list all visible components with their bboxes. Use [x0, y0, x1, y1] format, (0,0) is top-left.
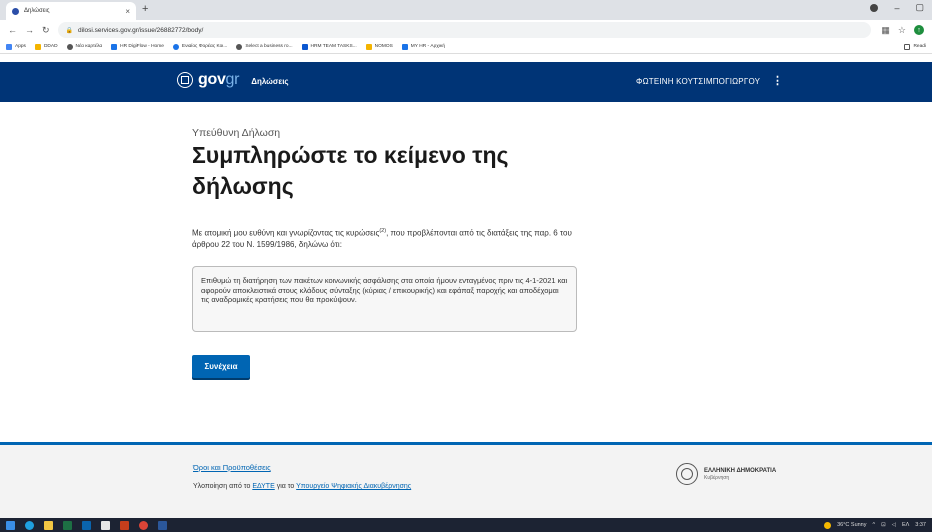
- close-tab-icon[interactable]: ×: [125, 7, 130, 16]
- outlook-icon[interactable]: [82, 520, 91, 530]
- lock-icon: 🔒: [65, 27, 74, 34]
- globe-icon: [66, 43, 73, 50]
- ie-icon[interactable]: [25, 520, 34, 530]
- declaration-textarea[interactable]: Επιθυμώ τη διατήρηση των πακέτων κοινωνι…: [192, 266, 577, 332]
- service-name[interactable]: Δηλώσεις: [251, 77, 288, 86]
- bookmark-item[interactable]: Νέα καρτέλα: [66, 43, 102, 50]
- extensions-icon[interactable]: ▦: [881, 25, 890, 36]
- file-icon[interactable]: [101, 520, 110, 530]
- bookmark-item[interactable]: HR DigiFlow - Home: [111, 43, 164, 50]
- volume-icon[interactable]: ◁: [892, 522, 896, 528]
- browser-tab-strip: Δηλώσεις × + – ▢: [0, 0, 932, 20]
- bookmark-item[interactable]: Ενιαίος Φορέας Κοι...: [172, 43, 227, 50]
- site-favicon-icon: [12, 7, 19, 15]
- site-icon: [401, 43, 408, 50]
- page-subtitle: Υπεύθυνη Δήλωση: [192, 127, 281, 139]
- logo-gov-text: gov: [198, 71, 226, 88]
- user-menu-icon[interactable]: ⋮: [772, 74, 783, 87]
- update-icon[interactable]: ↑: [914, 25, 924, 35]
- powerpoint-icon[interactable]: [120, 520, 129, 530]
- browser-tab[interactable]: Δηλώσεις ×: [6, 2, 136, 20]
- url-input[interactable]: 🔒 dilosi.services.gov.gr/issue/26882772/…: [57, 22, 872, 38]
- edyte-link[interactable]: ΕΔΥΤΕ: [252, 483, 274, 490]
- bookmark-item[interactable]: NOMOS: [365, 43, 393, 50]
- folder-icon: [365, 43, 372, 50]
- folder-icon: [34, 43, 41, 50]
- language-indicator[interactable]: ΕΛ: [902, 522, 909, 528]
- apps-grid-icon: [6, 43, 12, 50]
- site-icon: [301, 43, 308, 50]
- os-taskbar: 36°C Sunny ^ ⊡ ◁ ΕΛ 3:37: [0, 518, 932, 532]
- seal-icon: [676, 463, 698, 485]
- site-icon: [111, 43, 118, 50]
- reload-icon[interactable]: ↻: [42, 25, 50, 36]
- profile-icon[interactable]: [870, 3, 879, 12]
- back-arrow-icon[interactable]: ←: [8, 25, 17, 36]
- implementation-credit: Υλοποίηση από το ΕΔΥΤΕ για το Υπουργείο …: [193, 483, 412, 490]
- new-tab-button[interactable]: +: [142, 3, 148, 15]
- excel-icon[interactable]: [63, 520, 72, 530]
- hellenic-republic-logo[interactable]: ΕΛΛΗΝΙΚΗ ΔΗΜΟΚΡΑΤΙΑ Κυβέρνηση: [676, 463, 776, 485]
- declaration-intro: Με ατομική μου ευθύνη και γνωρίζοντας τι…: [192, 228, 572, 249]
- network-icon[interactable]: ⊡: [881, 522, 886, 528]
- ministry-link[interactable]: Υπουργείο Ψηφιακής Διακυβέρνησης: [296, 483, 411, 490]
- tab-title: Δηλώσεις: [24, 8, 50, 14]
- window-controls: – ▢: [870, 2, 924, 13]
- globe-icon: [236, 43, 243, 50]
- site-header: gov gr Δηλώσεις ΦΩΤΕΙΝΗ ΚΟΥΤΣΙΜΠΟΓΙΩΡΓΟΥ …: [0, 62, 932, 102]
- bookmark-item[interactable]: MY HR - Αρχική: [401, 43, 445, 50]
- teams-icon[interactable]: [158, 520, 167, 530]
- bookmark-item[interactable]: Apps: [6, 43, 26, 50]
- clock[interactable]: 3:37: [915, 522, 926, 528]
- bookmark-item[interactable]: Select a business ro...: [236, 43, 293, 50]
- bookmark-item[interactable]: HRM TEAM TASKS...: [301, 43, 357, 50]
- system-tray: 36°C Sunny ^ ⊡ ◁ ΕΛ 3:37: [824, 521, 926, 529]
- emblem-icon: [177, 72, 193, 88]
- page-title: Συμπληρώστε το κείμενο της δήλωσης: [192, 142, 509, 199]
- chrome-icon[interactable]: [139, 520, 148, 530]
- user-name: ΦΩΤΕΙΝΗ ΚΟΥΤΣΙΜΠΟΓΙΩΡΓΟΥ: [636, 77, 761, 86]
- site-icon: [172, 43, 179, 50]
- explorer-icon[interactable]: [44, 520, 53, 530]
- main-content: Υπεύθυνη Δήλωση Συμπληρώστε το κείμενο τ…: [0, 102, 932, 442]
- forward-arrow-icon[interactable]: →: [25, 25, 34, 36]
- hellenic-republic-text: ΕΛΛΗΝΙΚΗ ΔΗΜΟΚΡΑΤΙΑ: [704, 467, 777, 474]
- logo-gr-text: gr: [225, 71, 240, 88]
- bookmark-star-icon[interactable]: ☆: [898, 25, 906, 36]
- continue-button[interactable]: Συνέχεια: [192, 355, 250, 378]
- start-icon[interactable]: [6, 520, 15, 530]
- terms-link[interactable]: Όροι και Προϋποθέσεις: [193, 463, 271, 472]
- tray-chevron-icon[interactable]: ^: [873, 522, 876, 528]
- weather-text[interactable]: 36°C Sunny: [837, 522, 866, 528]
- site-footer: Όροι και Προϋποθέσεις Υλοποίηση από το Ε…: [0, 442, 932, 518]
- sun-icon: [824, 521, 832, 529]
- minimize-button[interactable]: –: [894, 3, 899, 13]
- reading-list-button[interactable]: Readi: [904, 43, 926, 50]
- government-text: Κυβέρνηση: [704, 474, 730, 481]
- bookmark-item[interactable]: DDAD: [34, 43, 58, 50]
- restore-button[interactable]: ▢: [915, 2, 924, 13]
- bookmarks-bar: Apps DDAD Νέα καρτέλα HR DigiFlow - Home…: [0, 40, 932, 54]
- reading-list-icon: [904, 43, 911, 50]
- govgr-logo[interactable]: gov gr Δηλώσεις: [177, 71, 289, 89]
- url-text: dilosi.services.gov.gr/issue/26882772/bo…: [78, 26, 204, 34]
- address-bar-row: ← → ↻ 🔒 dilosi.services.gov.gr/issue/268…: [0, 20, 932, 40]
